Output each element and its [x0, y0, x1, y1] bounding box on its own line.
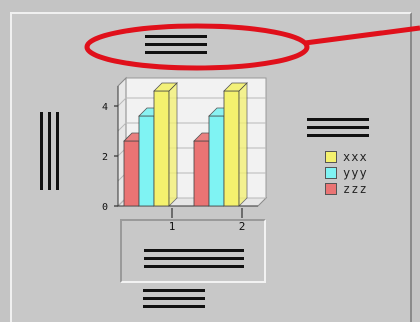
x-tick-label: 1	[169, 220, 176, 233]
legend-swatch-yyy	[325, 167, 337, 179]
legend-item-zzz: zzz	[325, 182, 405, 196]
bar-xxx-1	[153, 90, 170, 207]
bar-side-xxx-1	[168, 82, 178, 207]
legend-label-xxx: xxx	[343, 150, 368, 164]
bar-side-xxx-2	[238, 82, 248, 207]
y-tick-label: 0	[102, 202, 108, 213]
bar-zzz-2	[193, 140, 210, 207]
bar-zzz-1	[123, 140, 140, 207]
bar-yyy-2	[208, 115, 225, 207]
legend-item-xxx: xxx	[325, 150, 405, 164]
legend-swatch-xxx	[325, 151, 337, 163]
x-tick-label: 2	[239, 220, 246, 233]
chart-panel: 0 2 4 1 2 xxx yyy zzz	[0, 0, 420, 322]
legend-item-yyy: yyy	[325, 166, 405, 180]
legend-label-zzz: zzz	[343, 182, 368, 196]
bar-yyy-1	[138, 115, 155, 207]
legend-swatch-zzz	[325, 183, 337, 195]
bar-xxx-2	[223, 90, 240, 207]
y-tick-label: 2	[102, 152, 108, 163]
legend-label-yyy: yyy	[343, 166, 368, 180]
y-tick-label: 4	[102, 102, 108, 113]
legend: xxx yyy zzz	[325, 150, 405, 210]
